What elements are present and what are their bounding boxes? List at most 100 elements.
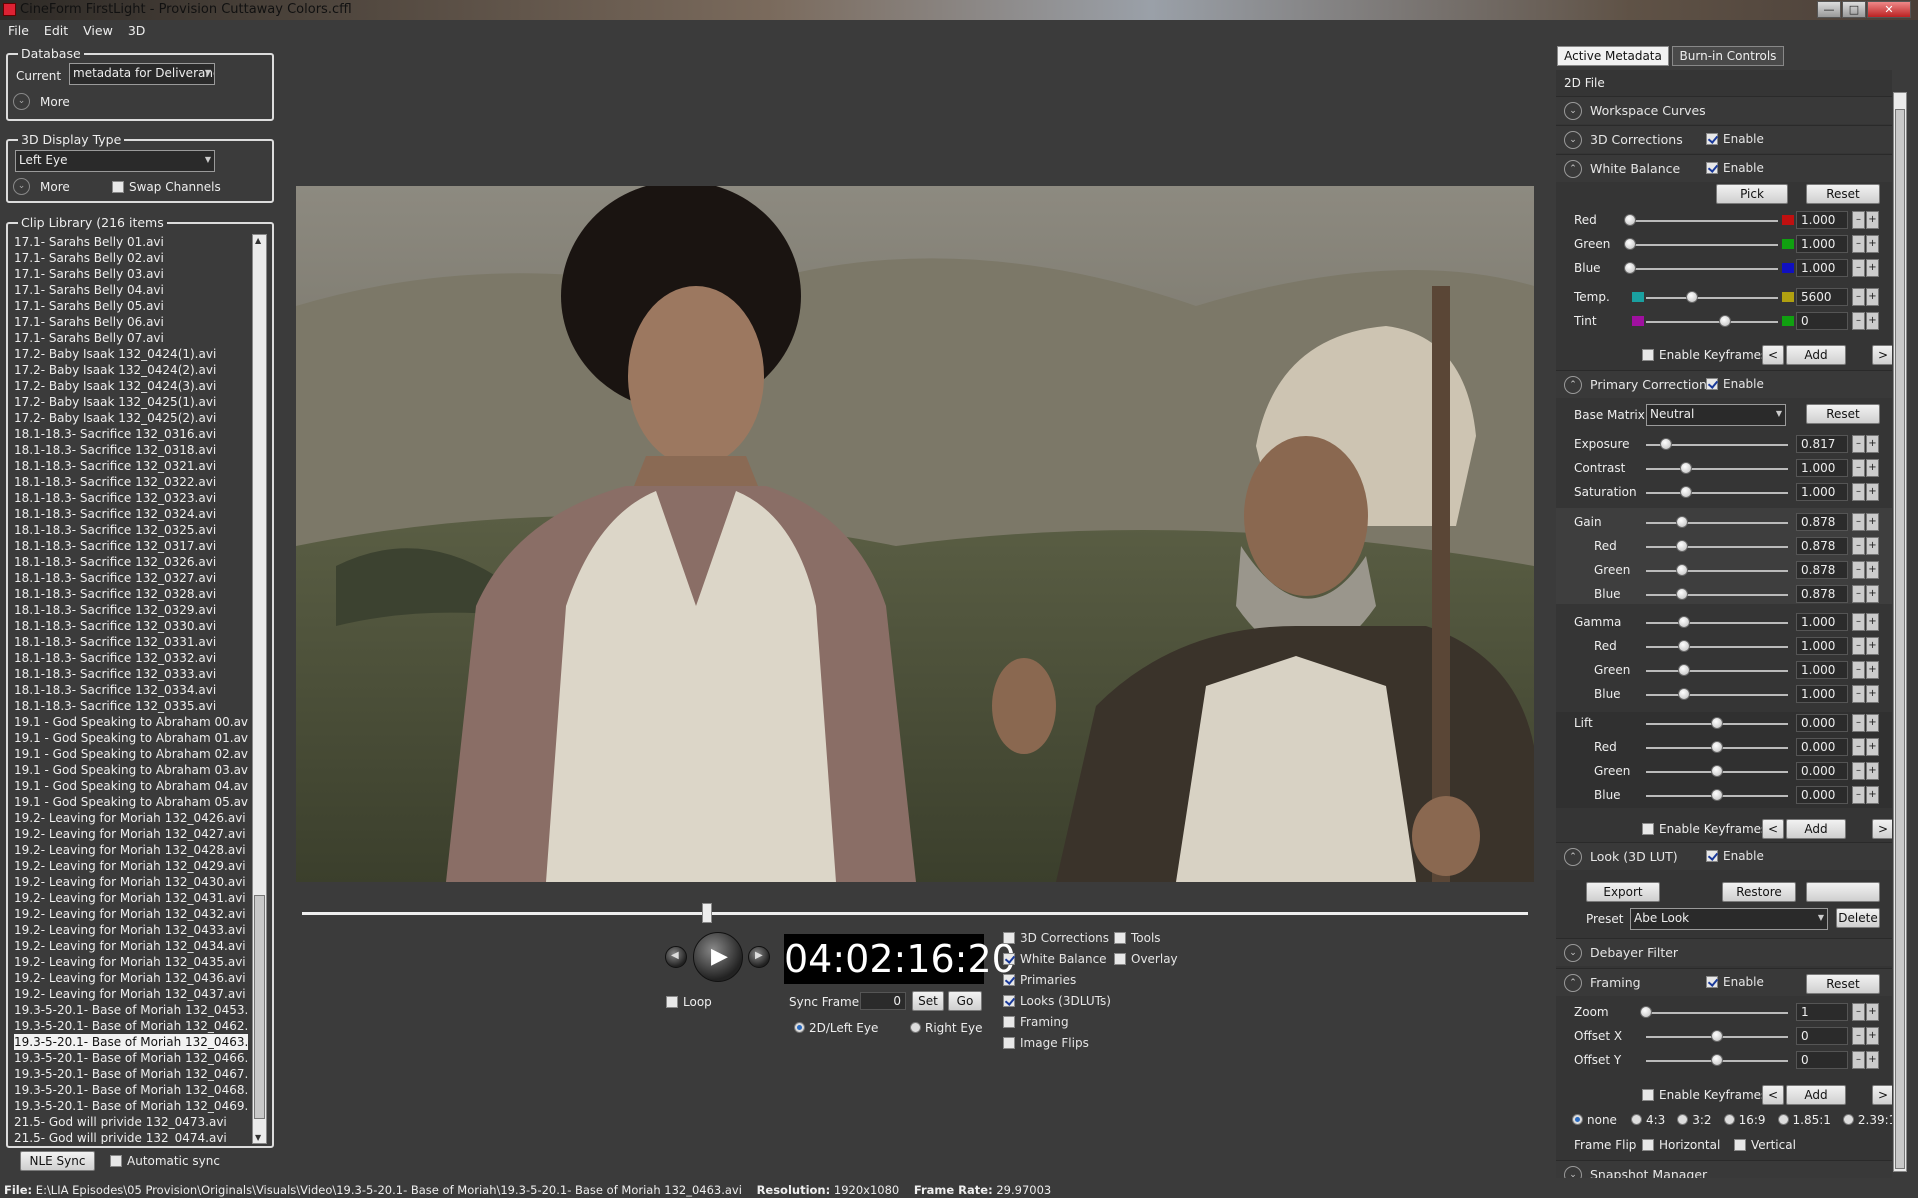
right-eye-radio[interactable]: Right Eye	[910, 1021, 982, 1035]
clip-list-item[interactable]: 19.2- Leaving for Moriah 132_0434.avi	[14, 938, 248, 954]
decrement-button[interactable]: –	[1852, 483, 1865, 501]
chevron-down-icon[interactable]: ⌄	[1564, 1166, 1582, 1178]
increment-button[interactable]: +	[1866, 259, 1879, 277]
chevron-down-icon[interactable]: ⌄	[1564, 944, 1582, 962]
decrement-button[interactable]: –	[1852, 435, 1865, 453]
display-3d-more-label[interactable]: More	[40, 180, 70, 194]
chevron-down-icon[interactable]: ▼	[255, 1133, 261, 1142]
aspect-radio-none[interactable]: none	[1572, 1113, 1617, 1127]
slider-knob[interactable]	[1711, 717, 1723, 729]
slider-knob[interactable]	[1686, 291, 1699, 303]
decrement-button[interactable]: –	[1852, 1027, 1865, 1045]
slider-value-input[interactable]: 0.817	[1796, 435, 1848, 453]
slider-track[interactable]	[1630, 268, 1778, 270]
clip-list-item[interactable]: 19.2- Leaving for Moriah 132_0428.avi	[14, 842, 248, 858]
chevron-down-icon[interactable]: ⌄	[13, 178, 30, 195]
view-toggle-primaries[interactable]: Primaries	[1003, 973, 1111, 994]
clip-list-item[interactable]: 19.3-5-20.1- Base of Moriah 132_0467.avi	[14, 1066, 248, 1082]
clip-list-item[interactable]: 19.2- Leaving for Moriah 132_0427.avi	[14, 826, 248, 842]
previous-keyframe-button[interactable]: <	[1762, 1085, 1784, 1105]
aspect-radio-1-85-1[interactable]: 1.85:1	[1777, 1113, 1831, 1127]
slider-track[interactable]	[1646, 297, 1778, 299]
decrement-button[interactable]: –	[1852, 288, 1865, 306]
tab-burn-in-controls[interactable]: Burn-in Controls	[1672, 46, 1784, 66]
preset-select[interactable]: Abe Look ▼	[1630, 908, 1828, 930]
framing-reset-button[interactable]: Reset	[1806, 974, 1880, 994]
clip-list-item[interactable]: 18.1-18.3- Sacrifice 132_0323.avi	[14, 490, 248, 506]
view-toggle-white-balance[interactable]: White Balance	[1003, 952, 1111, 973]
clip-list-item[interactable]: 19.2- Leaving for Moriah 132_0436.avi	[14, 970, 248, 986]
decrement-button[interactable]: –	[1852, 613, 1865, 631]
white-balance-reset-button[interactable]: Reset	[1806, 184, 1880, 204]
increment-button[interactable]: +	[1866, 561, 1879, 579]
slider-track[interactable]	[1646, 622, 1788, 624]
clip-list-item[interactable]: 18.1-18.3- Sacrifice 132_0322.avi	[14, 474, 248, 490]
corrections-3d-title[interactable]: 3D Corrections	[1590, 132, 1683, 147]
clip-list-item[interactable]: 17.1- Sarahs Belly 06.avi	[14, 314, 248, 330]
aspect-radio-3-2[interactable]: 3:2	[1677, 1113, 1712, 1127]
decrement-button[interactable]: –	[1852, 211, 1865, 229]
slider-knob[interactable]	[1711, 765, 1723, 777]
chevron-up-icon[interactable]: ⌃	[1564, 376, 1582, 394]
slider-knob[interactable]	[1678, 688, 1691, 700]
pick-button[interactable]: Pick	[1716, 184, 1788, 204]
clip-list-item[interactable]: 17.1- Sarahs Belly 05.avi	[14, 298, 248, 314]
view-toggle-looks-3dluts[interactable]: Looks (3DLUTs)	[1003, 994, 1111, 1015]
chevron-up-icon[interactable]: ⌃	[1564, 160, 1582, 178]
increment-button[interactable]: +	[1866, 786, 1879, 804]
clip-list-item[interactable]: 17.2- Baby Isaak 132_0425(2).avi	[14, 410, 248, 426]
clip-list-item[interactable]: 19.3-5-20.1- Base of Moriah 132_0468.avi	[14, 1082, 248, 1098]
slider-knob[interactable]	[1675, 588, 1688, 600]
slider-track[interactable]	[1646, 670, 1788, 672]
slider-knob[interactable]	[1678, 616, 1691, 628]
slider-value-input[interactable]: 0.878	[1796, 561, 1848, 579]
export-button[interactable]: Export	[1586, 882, 1660, 902]
slider-knob[interactable]	[1711, 1054, 1723, 1066]
clip-list-item[interactable]: 19.1 - God Speaking to Abraham 00.avi	[14, 714, 248, 730]
next-keyframe-button[interactable]: >	[1872, 1085, 1892, 1105]
database-select[interactable]: metadata for Deliveranc ▼	[69, 63, 215, 85]
slider-knob[interactable]	[1679, 462, 1692, 474]
slider-value-input[interactable]: 1.000	[1796, 685, 1848, 703]
clip-list-item[interactable]: 18.1-18.3- Sacrifice 132_0334.avi	[14, 682, 248, 698]
clip-list-item[interactable]: 18.1-18.3- Sacrifice 132_0330.avi	[14, 618, 248, 634]
clip-list-item[interactable]: 18.1-18.3- Sacrifice 132_0328.avi	[14, 586, 248, 602]
slider-knob[interactable]	[1624, 262, 1636, 274]
slider-track[interactable]	[1646, 546, 1788, 548]
increment-button[interactable]: +	[1866, 685, 1879, 703]
chevron-down-icon[interactable]: ⌄	[1564, 131, 1582, 149]
slider-track[interactable]	[1646, 646, 1788, 648]
close-icon[interactable]: ✕	[1867, 1, 1911, 18]
clip-list-item[interactable]: 19.2- Leaving for Moriah 132_0435.avi	[14, 954, 248, 970]
decrement-button[interactable]: –	[1852, 685, 1865, 703]
previous-keyframe-button[interactable]: <	[1762, 345, 1784, 365]
slider-value-input[interactable]: 1.000	[1796, 259, 1848, 277]
add-keyframe-button[interactable]: Add	[1786, 345, 1846, 365]
clip-list-item[interactable]: 19.2- Leaving for Moriah 132_0433.avi	[14, 922, 248, 938]
slider-knob[interactable]	[1678, 664, 1691, 676]
slider-value-input[interactable]: 1.000	[1796, 235, 1848, 253]
increment-button[interactable]: +	[1866, 211, 1879, 229]
primary-reset-button[interactable]: Reset	[1806, 404, 1880, 424]
slider-knob[interactable]	[1659, 438, 1672, 450]
clip-list-item[interactable]: 19.3-5-20.1- Base of Moriah 132_0453.avi	[14, 1002, 248, 1018]
clip-list-item[interactable]: 17.1- Sarahs Belly 01.avi	[14, 234, 248, 250]
increment-button[interactable]: +	[1866, 513, 1879, 531]
aspect-radio-4-3[interactable]: 4:3	[1630, 1113, 1665, 1127]
slider-knob[interactable]	[1675, 564, 1688, 576]
increment-button[interactable]: +	[1866, 435, 1879, 453]
slider-value-input[interactable]: 0.000	[1796, 738, 1848, 756]
decrement-button[interactable]: –	[1852, 259, 1865, 277]
decrement-button[interactable]: –	[1852, 513, 1865, 531]
slider-value-input[interactable]: 0	[1796, 1051, 1848, 1069]
video-viewer[interactable]	[296, 186, 1534, 882]
next-keyframe-button[interactable]: >	[1872, 819, 1892, 839]
panel-scrollbar[interactable]	[1893, 92, 1907, 1172]
clip-list-item[interactable]: 17.1- Sarahs Belly 07.avi	[14, 330, 248, 346]
increment-button[interactable]: +	[1866, 483, 1879, 501]
slider-value-input[interactable]: 1.000	[1796, 613, 1848, 631]
clip-list-item[interactable]: 17.2- Baby Isaak 132_0424(1).avi	[14, 346, 248, 362]
decrement-button[interactable]: –	[1852, 637, 1865, 655]
previous-keyframe-button[interactable]: <	[1762, 819, 1784, 839]
slider-track[interactable]	[1646, 594, 1788, 596]
